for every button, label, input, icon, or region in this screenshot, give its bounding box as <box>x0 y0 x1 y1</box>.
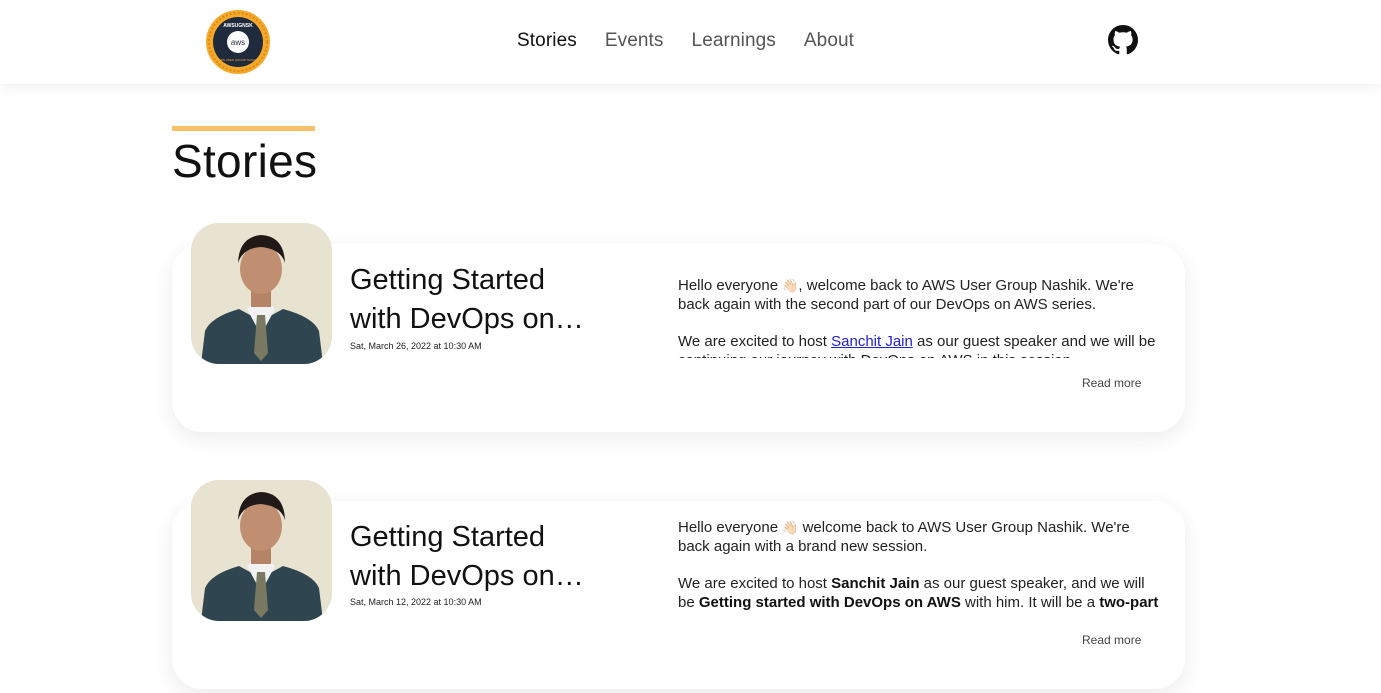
excerpt-paragraph-1: Hello everyone 👋🏻, welcome back to AWS U… <box>678 276 1163 314</box>
excerpt-text: Hello everyone <box>678 519 783 536</box>
story-title[interactable]: Getting Started with DevOps on AWS <box>350 518 600 596</box>
read-more-link[interactable]: Read more <box>1082 633 1141 647</box>
nav-link-learnings[interactable]: Learnings <box>692 30 776 52</box>
awsugnsk-logo[interactable]: aws AWSUGNSK AWS USER GROUP NASHIK <box>205 9 271 75</box>
speaker-portrait-image <box>191 480 332 621</box>
speaker-portrait-image <box>191 223 332 364</box>
speaker-link[interactable]: Sanchit Jain <box>831 333 913 350</box>
nav-link-about[interactable]: About <box>804 30 854 52</box>
nav-link-events[interactable]: Events <box>605 30 664 52</box>
story-card[interactable]: Getting Started with DevOps on AWS Sat, … <box>172 223 1185 432</box>
story-date: Sat, March 26, 2022 at 10:30 AM <box>350 341 482 351</box>
story-excerpt: Hello everyone 👋🏻, welcome back to AWS U… <box>678 276 1163 358</box>
story-excerpt: Hello everyone 👋🏻 welcome back to AWS Us… <box>678 518 1163 613</box>
session-topic: Getting started with DevOps on AWS <box>698 594 961 611</box>
excerpt-paragraph-1: Hello everyone 👋🏻 welcome back to AWS Us… <box>678 518 1163 556</box>
top-navbar: aws AWSUGNSK AWS USER GROUP NASHIK Stori… <box>0 0 1381 84</box>
excerpt-text: We are excited to host <box>678 575 832 592</box>
logo-center-text: aws <box>231 38 245 47</box>
waving-hand-icon: 👋🏻 <box>782 278 799 293</box>
speaker-name: Sanchit Jain <box>831 575 920 592</box>
speaker-photo <box>191 223 332 364</box>
story-title[interactable]: Getting Started with DevOps on AWS <box>350 261 600 339</box>
excerpt-text: We are excited to host <box>678 333 832 350</box>
story-date: Sat, March 12, 2022 at 10:30 AM <box>350 597 482 607</box>
series-label: two-part <box>1099 594 1159 611</box>
speaker-photo <box>191 480 332 621</box>
read-more-link[interactable]: Read more <box>1082 376 1141 390</box>
main-nav: Stories Events Learnings About <box>517 28 882 54</box>
title-accent-bar <box>172 126 315 131</box>
logo-top-text: AWSUGNSK <box>223 23 253 29</box>
nav-link-stories[interactable]: Stories <box>517 30 577 52</box>
excerpt-paragraph-2: We are excited to host Sanchit Jain as o… <box>678 332 1163 358</box>
excerpt-text: Hello everyone <box>678 277 783 294</box>
github-icon[interactable] <box>1108 25 1138 55</box>
waving-hand-icon: 👋🏻 <box>782 520 799 535</box>
story-card[interactable]: Getting Started with DevOps on AWS Sat, … <box>172 480 1185 689</box>
page-title: Stories <box>172 135 318 187</box>
excerpt-text: with him. It will be a <box>960 594 1100 611</box>
excerpt-paragraph-2: We are excited to host Sanchit Jain as o… <box>678 574 1163 612</box>
logo-bottom-text: AWS USER GROUP NASHIK <box>218 58 258 62</box>
